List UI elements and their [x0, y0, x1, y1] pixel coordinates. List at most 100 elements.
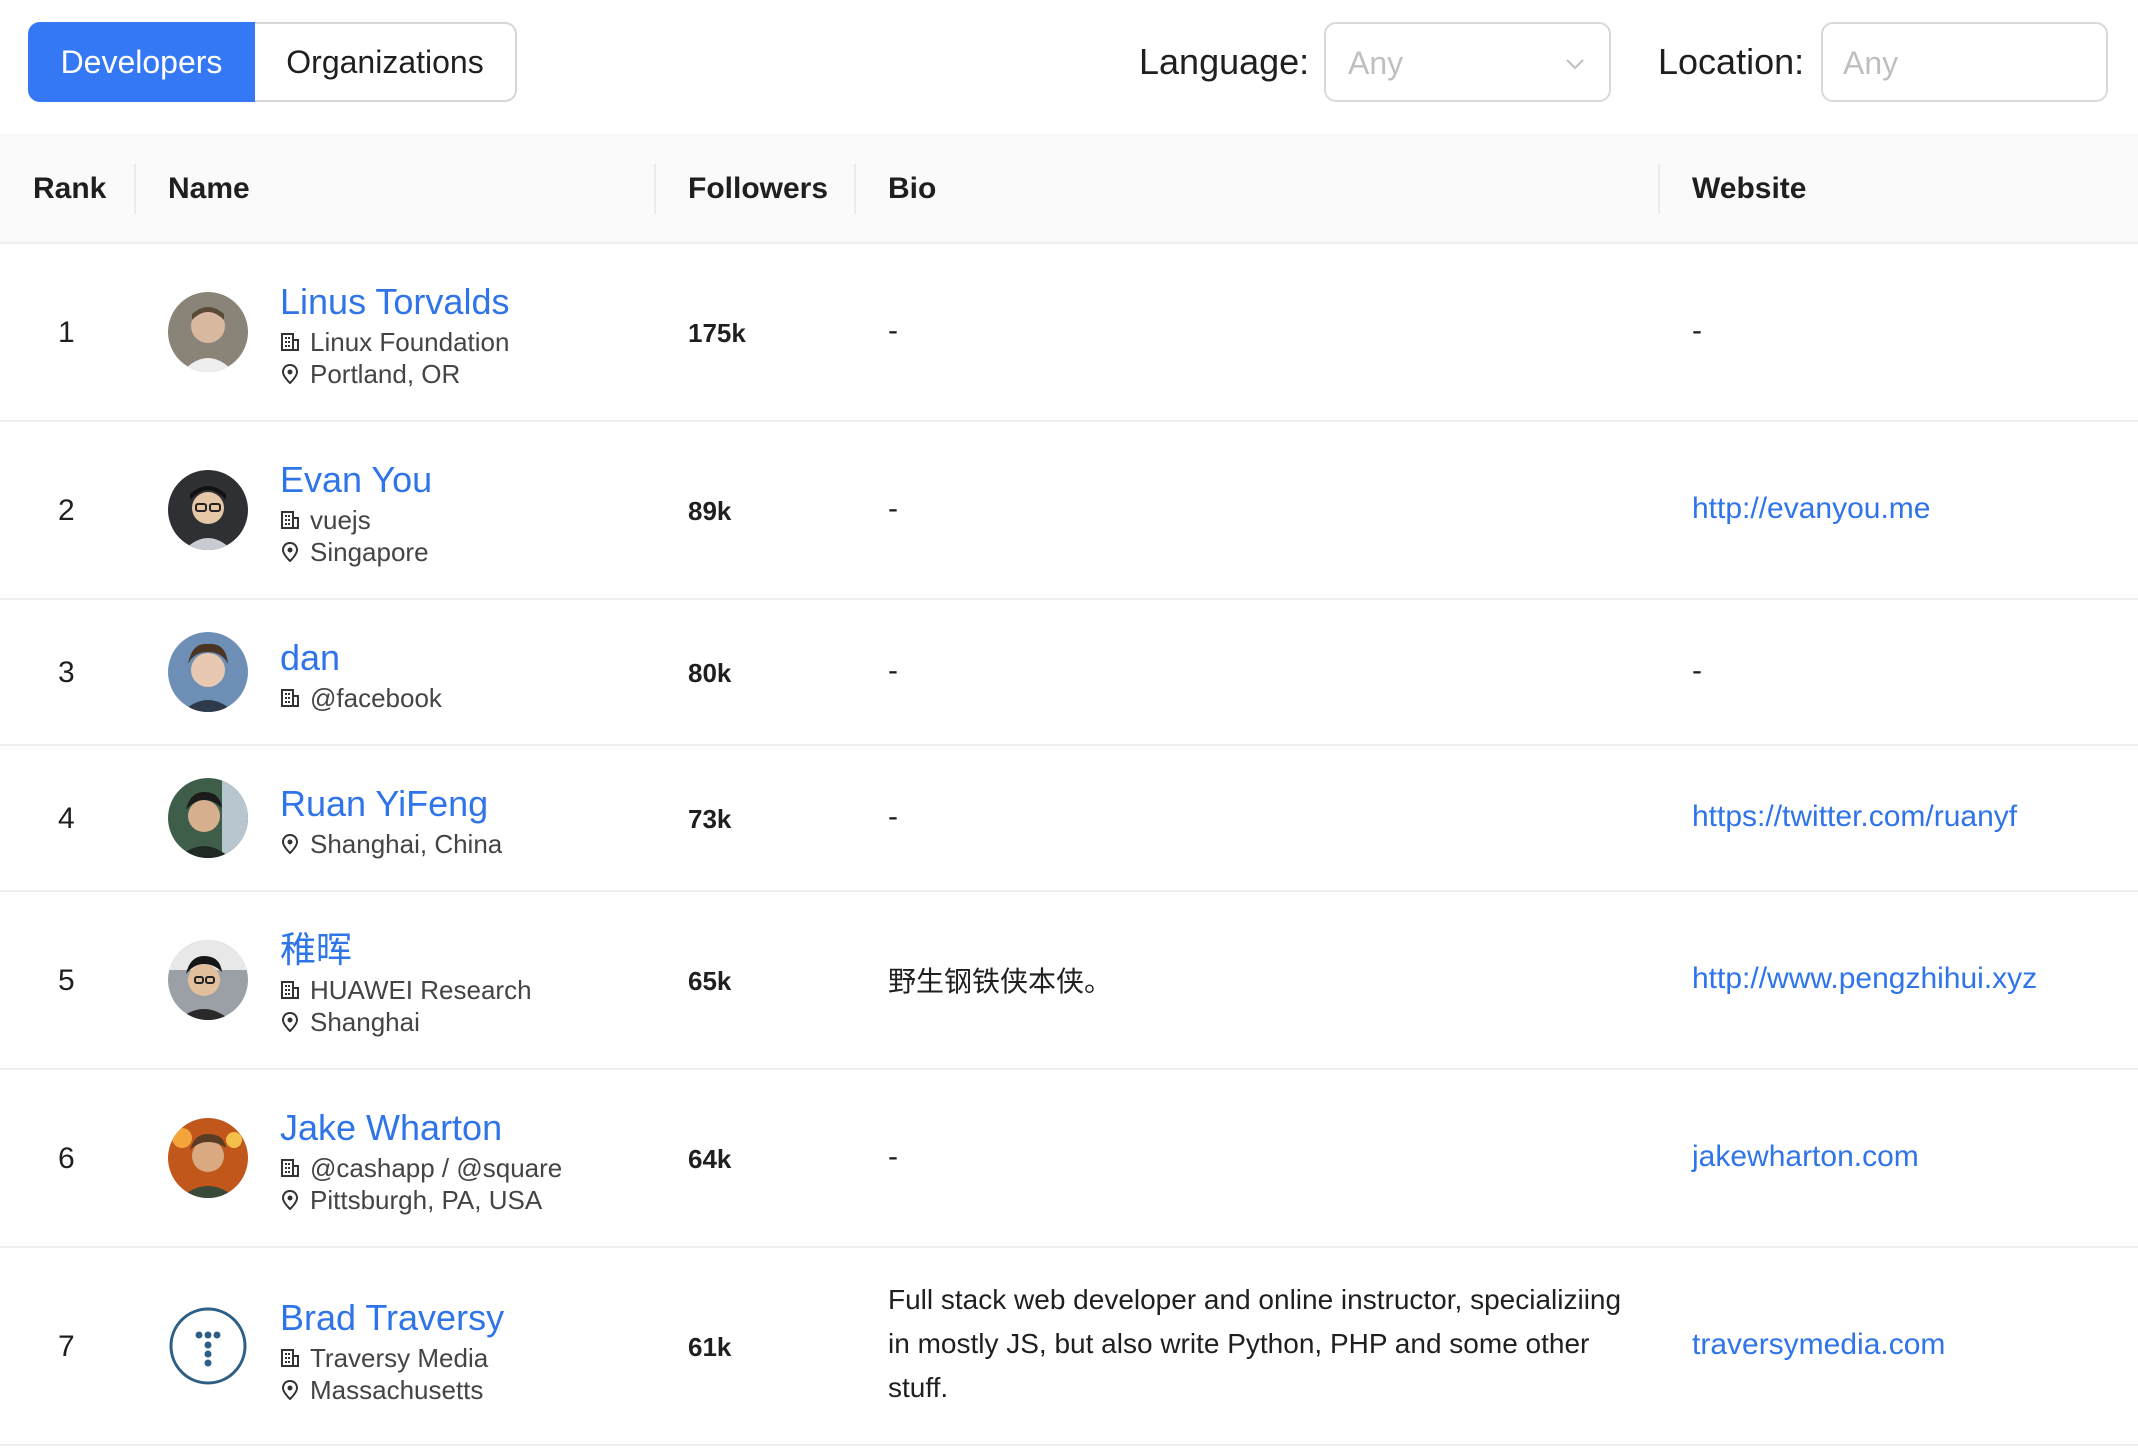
developer-company: @facebook	[280, 682, 442, 714]
company-text: @facebook	[310, 683, 442, 713]
column-divider	[654, 164, 656, 214]
followers-count: 175k	[688, 318, 746, 348]
tab-developers[interactable]: Developers	[28, 22, 255, 102]
bio-cell: -	[888, 492, 898, 525]
followers-count: 64k	[688, 1144, 732, 1174]
map-pin-icon	[281, 1380, 299, 1400]
map-pin-icon	[281, 542, 299, 562]
company-text: vuejs	[310, 505, 371, 535]
language-select-value: Any	[1348, 45, 1404, 81]
location-text: Portland, OR	[310, 359, 461, 389]
developer-location: Shanghai, China	[280, 828, 502, 860]
developer-company: @cashapp / @square	[280, 1152, 562, 1184]
rank-cell: 7	[58, 1330, 75, 1363]
table-row: 4 Ruan YiFeng Shanghai, China 73k - http…	[0, 746, 2138, 892]
followers-count: 61k	[688, 1332, 732, 1362]
website-link[interactable]: http://evanyou.me	[1692, 492, 1930, 526]
followers-count: 65k	[688, 966, 732, 996]
developer-location: Portland, OR	[280, 358, 460, 390]
column-header-website: Website	[1692, 172, 1807, 205]
table-row: 6 Jake Wharton @cashapp / @square Pittsb…	[0, 1070, 2138, 1248]
filter-toolbar: Developers Organizations Language: Any L…	[0, 0, 2138, 134]
table-row: 1 Linus Torvalds Linux Foundation Portla…	[0, 244, 2138, 422]
tab-organizations[interactable]: Organizations	[255, 22, 517, 102]
avatar[interactable]	[168, 940, 248, 1020]
developer-name-link[interactable]: Evan You	[280, 460, 432, 500]
location-text: Massachusetts	[310, 1375, 484, 1405]
developer-name-link[interactable]: 稚晖	[280, 930, 352, 970]
column-divider	[1658, 164, 1660, 214]
building-icon	[281, 511, 299, 529]
location-input-wrapper	[1821, 22, 2108, 102]
table-row: 7 Brad Traversy Traversy Media Massachus…	[0, 1248, 2138, 1446]
table-row: 5 稚晖 HUAWEI Research Shanghai 65k 野生钢铁侠本…	[0, 892, 2138, 1070]
bio-cell: -	[888, 1140, 898, 1173]
followers-count: 73k	[688, 804, 732, 834]
building-icon	[281, 1159, 299, 1177]
table-row: 2 Evan You vuejs Singapore 89k - http://…	[0, 422, 2138, 600]
developer-company: Linux Foundation	[280, 326, 509, 358]
column-divider	[134, 164, 136, 214]
column-header-name: Name	[168, 172, 250, 205]
avatar[interactable]	[168, 292, 248, 372]
developer-company: vuejs	[280, 504, 371, 536]
map-pin-icon	[281, 1190, 299, 1210]
avatar[interactable]	[168, 470, 248, 550]
rank-cell: 4	[58, 802, 75, 835]
column-divider	[854, 164, 856, 214]
avatar[interactable]	[168, 1118, 248, 1198]
table-header: Rank Name Followers Bio Website	[0, 134, 2138, 244]
rank-cell: 1	[58, 316, 75, 349]
location-label: Location:	[1658, 41, 1805, 82]
developer-name-link[interactable]: Linus Torvalds	[280, 282, 509, 322]
followers-count: 89k	[688, 496, 732, 526]
map-pin-icon	[281, 834, 299, 854]
bio-cell: 野生钢铁侠本侠。	[888, 966, 1113, 997]
website-link[interactable]: jakewharton.com	[1692, 1140, 1919, 1174]
rank-cell: 3	[58, 656, 75, 689]
company-text: Traversy Media	[310, 1343, 489, 1373]
avatar[interactable]	[168, 778, 248, 858]
company-text: Linux Foundation	[310, 327, 510, 357]
language-label: Language:	[1139, 41, 1310, 82]
developer-company: HUAWEI Research	[280, 974, 532, 1006]
avatar[interactable]	[168, 1306, 248, 1386]
map-pin-icon	[281, 1012, 299, 1032]
rank-cell: 2	[58, 494, 75, 527]
building-icon	[281, 333, 299, 351]
bio-cell: -	[888, 800, 898, 833]
developer-name-link[interactable]: Brad Traversy	[280, 1298, 504, 1338]
developer-company: Traversy Media	[280, 1342, 488, 1374]
location-input[interactable]	[1843, 38, 2083, 88]
language-select[interactable]: Any	[1324, 22, 1611, 102]
developer-name-link[interactable]: dan	[280, 638, 340, 678]
developer-location: Shanghai	[280, 1006, 420, 1038]
avatar[interactable]	[168, 632, 248, 712]
location-text: Pittsburgh, PA, USA	[310, 1185, 543, 1215]
company-text: @cashapp / @square	[310, 1153, 563, 1183]
bio-cell: -	[888, 314, 898, 347]
website-cell: -	[1692, 654, 1702, 687]
developer-name-link[interactable]: Ruan YiFeng	[280, 784, 488, 824]
map-pin-icon	[281, 364, 299, 384]
followers-count: 80k	[688, 658, 732, 688]
website-link[interactable]: traversymedia.com	[1692, 1328, 1945, 1362]
location-text: Singapore	[310, 537, 429, 567]
chevron-down-icon	[1566, 59, 1584, 70]
developer-location: Pittsburgh, PA, USA	[280, 1184, 542, 1216]
location-text: Shanghai, China	[310, 829, 503, 859]
website-link[interactable]: http://www.pengzhihui.xyz	[1692, 962, 2037, 996]
column-header-followers: Followers	[688, 172, 829, 205]
building-icon	[281, 981, 299, 999]
column-header-bio: Bio	[888, 172, 937, 205]
table-row: 3 dan @facebook 80k - -	[0, 600, 2138, 746]
location-text: Shanghai	[310, 1007, 420, 1037]
bio-cell: Full stack web developer and online inst…	[888, 1284, 1622, 1403]
developer-location: Massachusetts	[280, 1374, 483, 1406]
building-icon	[281, 1349, 299, 1367]
website-cell: -	[1692, 314, 1702, 347]
rank-cell: 6	[58, 1142, 75, 1175]
website-link[interactable]: https://twitter.com/ruanyf	[1692, 800, 2017, 834]
developer-name-link[interactable]: Jake Wharton	[280, 1108, 502, 1148]
bio-cell: -	[888, 654, 898, 687]
